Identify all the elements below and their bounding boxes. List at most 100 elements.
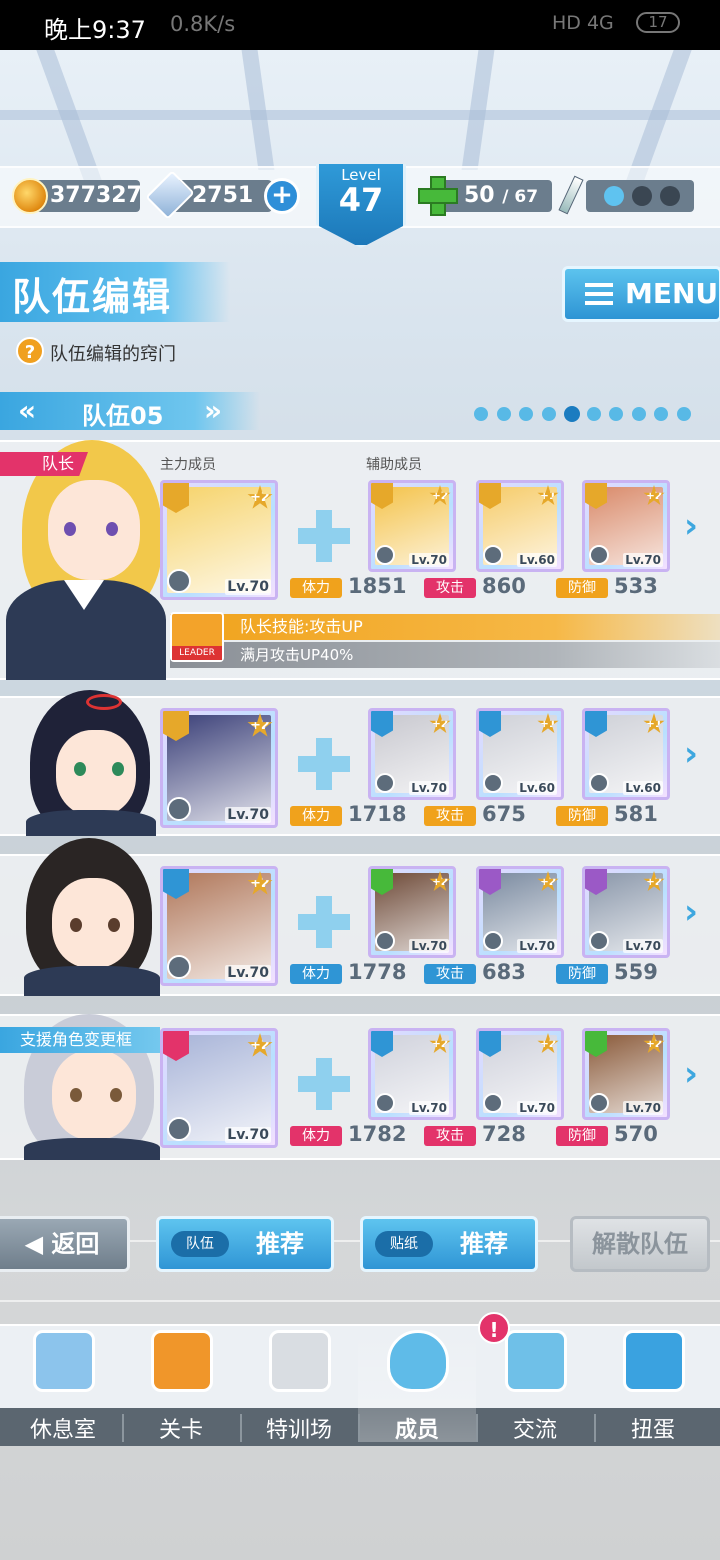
weapon-icon — [589, 545, 609, 565]
page-dot[interactable] — [541, 407, 556, 421]
weapon-icon — [483, 545, 503, 565]
sticker-chip: 贴纸 — [375, 1231, 433, 1257]
portrait-member-2[interactable] — [0, 690, 170, 836]
chevron-right-icon[interactable]: › — [684, 892, 698, 932]
nav-item-4[interactable]: 成员 — [358, 1330, 476, 1443]
portrait-member-3[interactable] — [0, 838, 170, 996]
stat-label-def: 防御 — [556, 578, 608, 598]
nav-divider — [122, 1414, 124, 1442]
charge-dot — [632, 186, 652, 206]
weapon-icon — [483, 1093, 503, 1113]
network-indicator: HD 4G — [552, 12, 614, 34]
leader-skill-name: 队长技能:攻击UP — [170, 614, 720, 640]
support-member-card[interactable]: +2 Lv.70 — [582, 1028, 670, 1120]
support-member-card[interactable]: +1 Lv.60 — [476, 708, 564, 800]
prev-team-button[interactable]: « — [18, 394, 36, 427]
menu-button[interactable]: MENU — [562, 266, 720, 322]
level-value: 47 — [338, 181, 384, 219]
stat-value-def: 570 — [614, 1122, 658, 1146]
page-dot[interactable] — [519, 407, 533, 421]
nav-item-5[interactable]: 交流 — [476, 1330, 594, 1443]
support-member-card[interactable]: +2 Lv.70 — [582, 480, 670, 572]
nav-label: 成员 — [394, 1418, 439, 1443]
cat-face-icon — [387, 1330, 449, 1392]
main-member-card[interactable]: +2 Lv.70 — [160, 480, 278, 600]
nav-divider — [358, 1414, 360, 1442]
status-speed: 0.8K/s — [170, 12, 236, 36]
support-member-card[interactable]: +1 Lv.60 — [582, 708, 670, 800]
page-dot[interactable] — [631, 407, 646, 421]
leader-skill-icon: LEADER — [170, 612, 224, 662]
stat-label-def: 防御 — [556, 964, 608, 984]
card-level: Lv.70 — [517, 939, 557, 953]
page-dot[interactable] — [676, 407, 691, 421]
support-member-card[interactable]: +2 Lv.70 — [368, 708, 456, 800]
portrait-leader[interactable] — [0, 440, 170, 680]
weapon-icon — [375, 773, 395, 793]
plus-icon — [298, 1058, 350, 1110]
main-member-card[interactable]: +2 Lv.70 — [160, 866, 278, 986]
weapon-icon — [375, 1093, 395, 1113]
stat-value-def: 559 — [614, 960, 658, 984]
main-member-card[interactable]: +2 Lv.70 — [160, 708, 278, 828]
page-dot[interactable] — [609, 407, 623, 421]
curtain-icon — [623, 1330, 685, 1392]
hamburger-icon — [585, 283, 613, 305]
page-dot[interactable] — [474, 407, 488, 421]
support-member-card[interactable]: +2 Lv.70 — [368, 480, 456, 572]
card-level: Lv.70 — [623, 1101, 663, 1115]
support-member-card[interactable]: +2 Lv.70 — [582, 866, 670, 958]
card-level: Lv.70 — [225, 807, 271, 823]
add-gems-button[interactable]: + — [264, 178, 300, 214]
chevron-right-icon[interactable]: › — [684, 734, 698, 774]
stat-value-hp: 1851 — [348, 574, 407, 598]
nav-item-6[interactable]: 扭蛋 — [594, 1330, 712, 1443]
support-member-card[interactable]: +2 Lv.70 — [476, 1028, 564, 1120]
card-level: Lv.70 — [623, 939, 663, 953]
page-dot[interactable] — [586, 407, 601, 421]
monster-icon — [151, 1330, 213, 1392]
card-level: Lv.70 — [517, 1101, 557, 1115]
page-dot[interactable] — [654, 407, 668, 421]
plus-icon — [298, 510, 350, 562]
weapon-icon — [589, 931, 609, 951]
team-chip: 队伍 — [171, 1231, 229, 1257]
support-member-card[interactable]: +2 Lv.70 — [368, 1028, 456, 1120]
weapon-icon — [167, 797, 191, 821]
back-button[interactable]: ◀ 返回 — [0, 1216, 130, 1272]
support-change-tag[interactable]: 支援角色变更框 — [0, 1027, 160, 1053]
team-recommend-button[interactable]: 队伍 推荐 — [156, 1216, 334, 1272]
chevron-right-icon[interactable]: › — [684, 1054, 698, 1094]
support-member-card[interactable]: +2 Lv.70 — [368, 866, 456, 958]
card-level: Lv.70 — [409, 939, 449, 953]
battery-icon: 17 — [636, 12, 680, 33]
next-team-button[interactable]: » — [204, 394, 222, 427]
help-icon[interactable]: ? — [16, 337, 44, 365]
card-level: Lv.70 — [409, 1101, 449, 1115]
weapon-icon — [589, 773, 609, 793]
support-member-card[interactable]: +1 Lv.60 — [476, 480, 564, 572]
nav-divider — [240, 1414, 242, 1442]
stat-label-atk: 攻击 — [424, 578, 476, 598]
plus-icon — [298, 738, 350, 790]
page-dot[interactable] — [496, 407, 511, 421]
chevron-right-icon[interactable]: › — [684, 506, 698, 546]
disband-team-button[interactable]: 解散队伍 — [570, 1216, 710, 1272]
plus-icon — [298, 896, 350, 948]
support-member-card[interactable]: +2 Lv.70 — [476, 866, 564, 958]
nav-item-3[interactable]: 特训场 — [240, 1330, 358, 1443]
tips-link[interactable]: 队伍编辑的窍门 — [50, 340, 176, 366]
nav-label: 交流 — [512, 1418, 557, 1443]
stat-value-def: 581 — [614, 802, 658, 826]
leader-skill-desc: 满月攻击UP40% — [170, 642, 720, 668]
nav-item-2[interactable]: 关卡 — [122, 1330, 240, 1443]
status-time: 晚上9:37 — [44, 16, 146, 44]
page-dot[interactable] — [564, 406, 580, 422]
nav-item-1[interactable]: 休息室 — [4, 1330, 122, 1443]
sticker-recommend-button[interactable]: 贴纸 推荐 — [360, 1216, 538, 1272]
nav-divider — [476, 1414, 478, 1442]
stamina-plus-icon[interactable] — [418, 176, 458, 216]
stat-label-def: 防御 — [556, 1126, 608, 1146]
main-member-card[interactable]: +2 Lv.70 — [160, 1028, 278, 1148]
card-level: Lv.70 — [225, 965, 271, 981]
